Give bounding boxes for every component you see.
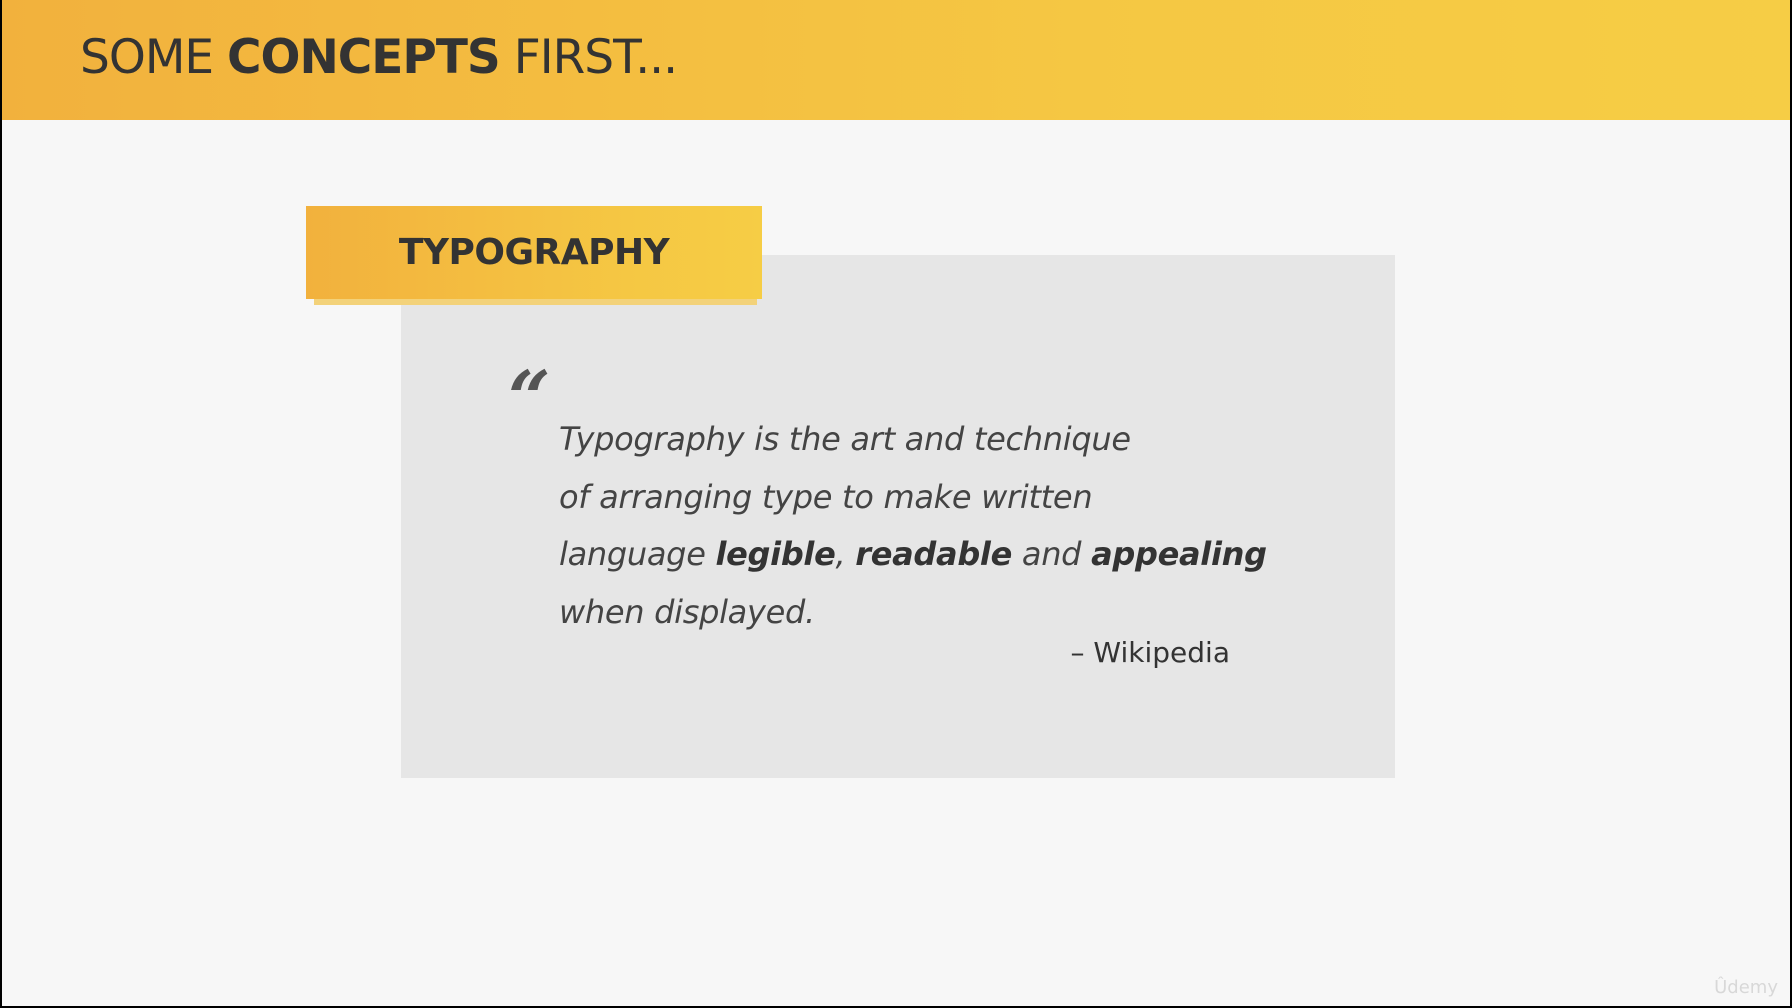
quote-line-3-sep: , [835,535,856,573]
section-tag: TYPOGRAPHY [306,206,762,299]
quote-line-1: Typography is the art and technique [559,420,1131,458]
header-bar: SOME CONCEPTS FIRST... [2,0,1790,120]
quote-word-legible: legible [715,535,836,573]
quote-text: Typography is the art and technique of a… [559,411,1279,641]
udemy-watermark: Ûdemy [1714,977,1778,998]
quote-line-2: of arranging type to make written [559,477,1093,516]
quote-line-3-pre: language [559,535,716,573]
slide-title-bold: CONCEPTS [227,30,501,85]
slide: SOME CONCEPTS FIRST... TYPOGRAPHY “ Typo… [2,0,1790,1006]
quote-attribution: – Wikipedia [1070,636,1230,669]
quote-word-appealing: appealing [1091,535,1267,573]
quote-word-readable: readable [855,535,1013,573]
section-tag-label: TYPOGRAPHY [398,232,670,273]
slide-title-prefix: SOME [80,30,228,85]
quote-line-3: language legible, readable and appealing [559,526,1279,584]
quote-line-4: when displayed. [559,592,815,631]
slide-title: SOME CONCEPTS FIRST... [80,30,678,85]
quote-line-3-and: and [1012,535,1092,573]
slide-title-suffix: FIRST... [499,30,678,85]
quote-mark-icon: “ [508,356,551,442]
